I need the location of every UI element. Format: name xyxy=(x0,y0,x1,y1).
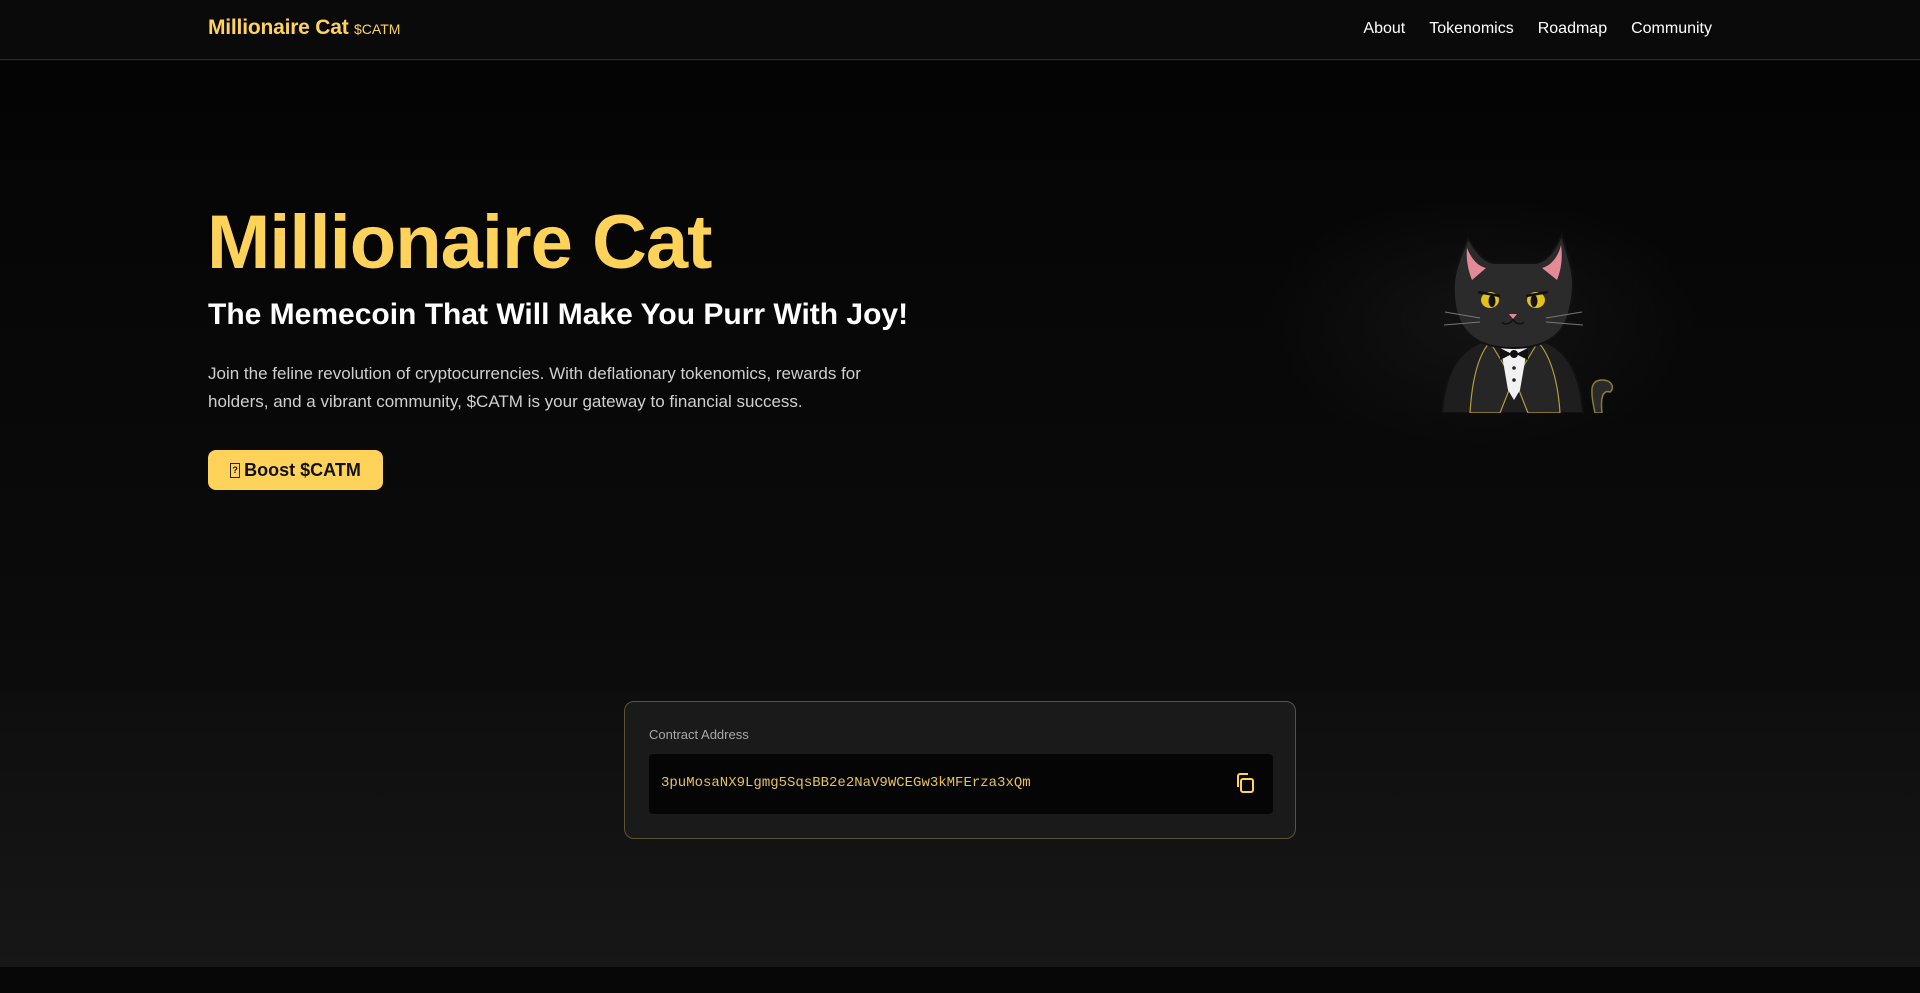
nav-links: About Tokenomics Roadmap Community xyxy=(1363,20,1712,38)
hero-subtitle: The Memecoin That Will Make You Purr Wit… xyxy=(208,298,909,331)
copy-icon[interactable] xyxy=(1235,772,1257,796)
boost-button[interactable]: ? Boost $CATM xyxy=(208,450,383,490)
contract-card: Contract Address 3puMosaNX9Lgmg5SqsBB2e2… xyxy=(624,701,1296,839)
nav-link-tokenomics[interactable]: Tokenomics xyxy=(1429,20,1513,38)
cat-illustration xyxy=(1440,232,1614,413)
hero-description: Join the feline revolution of cryptocurr… xyxy=(208,364,861,411)
contract-address-box: 3puMosaNX9Lgmg5SqsBB2e2NaV9WCEGw3kMFErza… xyxy=(649,754,1273,814)
nav-link-about[interactable]: About xyxy=(1363,20,1405,38)
ticker-symbol: $CATM xyxy=(354,21,401,37)
cat-mascot-image xyxy=(1420,230,1620,413)
hero-title: Millionaire Cat xyxy=(207,200,712,285)
contract-label: Contract Address xyxy=(649,727,749,742)
rocket-icon: ? xyxy=(230,462,241,478)
nav-link-roadmap[interactable]: Roadmap xyxy=(1538,20,1607,38)
top-navbar: Millionaire Cat $CATM About Tokenomics R… xyxy=(0,0,1920,60)
contract-address[interactable]: 3puMosaNX9Lgmg5SqsBB2e2NaV9WCEGw3kMFErza… xyxy=(661,775,1031,791)
brand-logo-text[interactable]: Millionaire Cat xyxy=(208,16,349,40)
boost-button-label: Boost $CATM xyxy=(244,459,361,480)
nav-link-community[interactable]: Community xyxy=(1631,20,1712,38)
footer-strip xyxy=(0,967,1920,993)
